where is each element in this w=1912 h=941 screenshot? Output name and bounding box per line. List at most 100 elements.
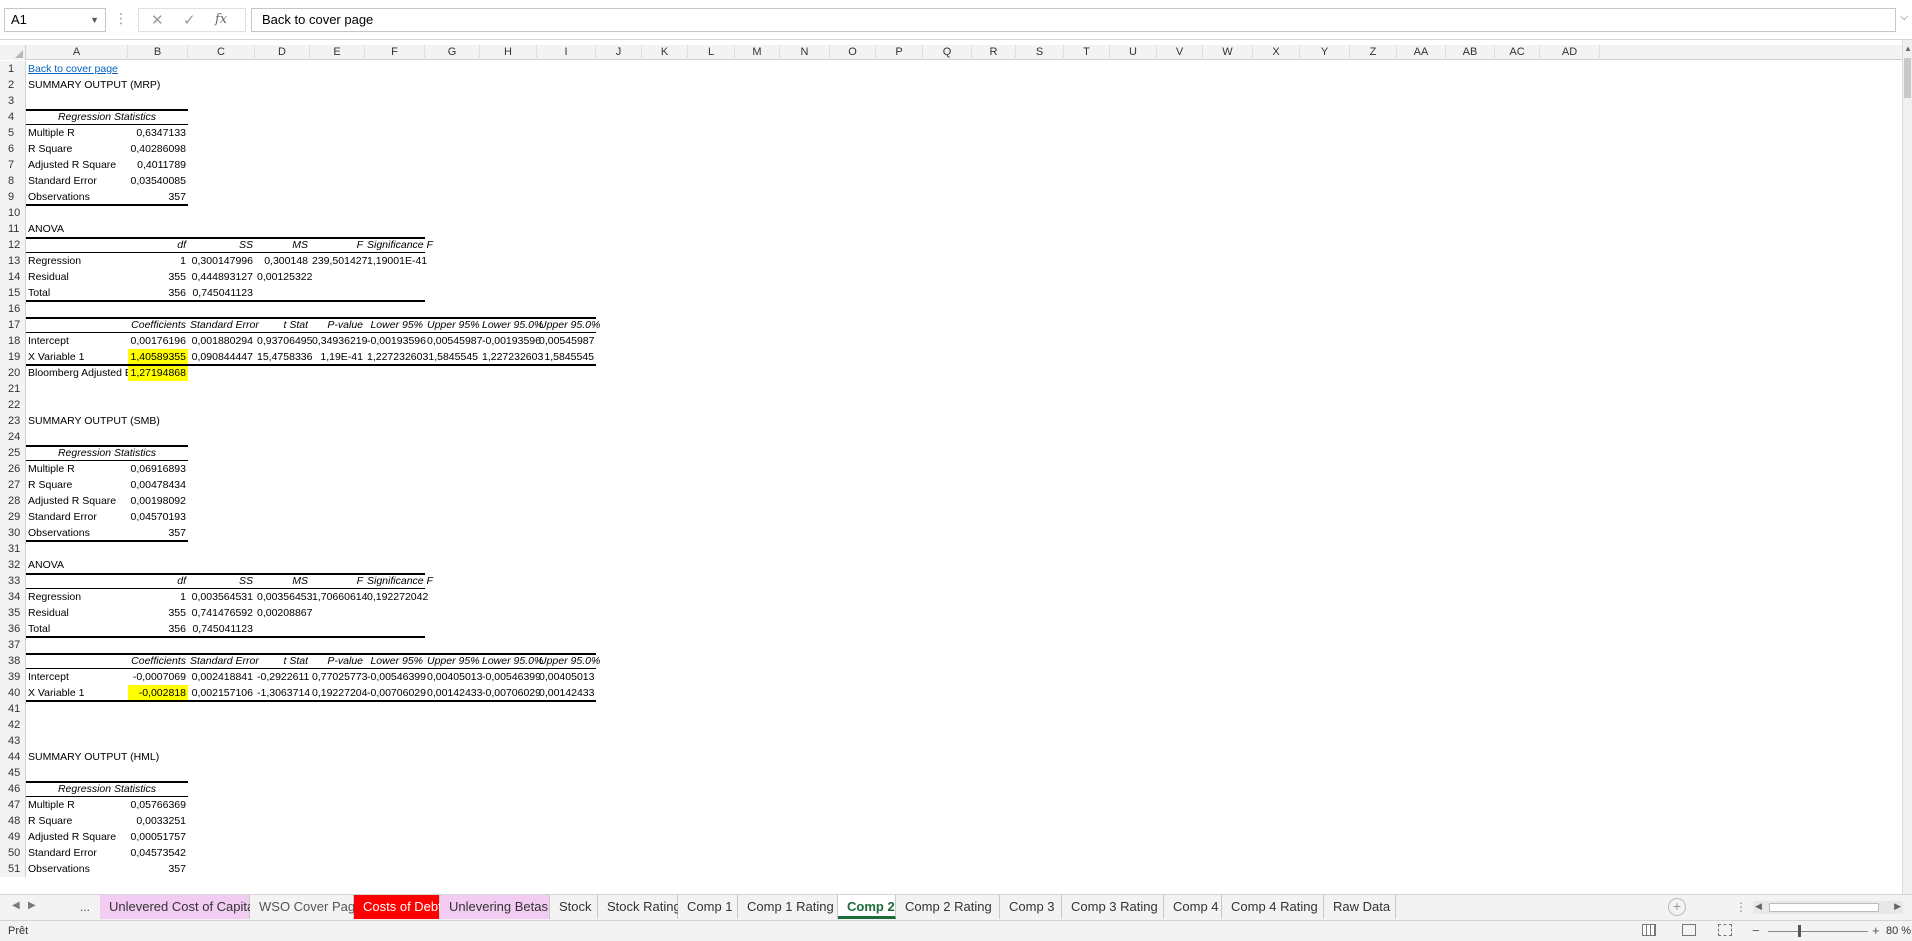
row-header-13[interactable]: 13 xyxy=(0,253,26,269)
cell-a1[interactable]: Back to cover page xyxy=(26,61,128,77)
tab-comp-3[interactable]: Comp 3 xyxy=(1000,895,1062,919)
column-header-l[interactable]: L xyxy=(688,45,735,60)
row-header-22[interactable]: 22 xyxy=(0,397,26,413)
row-header-34[interactable]: 34 xyxy=(0,589,26,605)
formula-input[interactable]: Back to cover page xyxy=(251,8,1896,32)
vertical-scroll-thumb[interactable] xyxy=(1904,58,1911,98)
row-header-8[interactable]: 8 xyxy=(0,173,26,189)
column-header-d[interactable]: D xyxy=(255,45,310,60)
tab-costs-of-debt[interactable]: Costs of Debt xyxy=(354,895,442,919)
expand-formula-bar-icon[interactable]: ⌵ xyxy=(1900,12,1908,23)
tab-scroll-right-icon[interactable]: ▶ xyxy=(28,900,36,911)
row-header-49[interactable]: 49 xyxy=(0,829,26,845)
column-header-k[interactable]: K xyxy=(642,45,688,60)
row-header-23[interactable]: 23 xyxy=(0,413,26,429)
row-header-26[interactable]: 26 xyxy=(0,461,26,477)
tab-comp-1-rating[interactable]: Comp 1 Rating xyxy=(738,895,838,919)
zoom-slider-thumb[interactable] xyxy=(1798,925,1801,937)
add-sheet-button[interactable]: + xyxy=(1668,898,1686,916)
worksheet-grid[interactable]: A B C D E F G H I J K L M N O P Q R S T U V W X Y Z AA AB AC AD 12345… xyxy=(0,40,1902,894)
more-options-icon[interactable]: ⋮ xyxy=(114,10,128,27)
row-header-14[interactable]: 14 xyxy=(0,269,26,285)
column-header-z[interactable]: Z xyxy=(1350,45,1397,60)
page-break-view-icon[interactable] xyxy=(1718,924,1732,936)
horizontal-scroll-thumb[interactable] xyxy=(1769,903,1879,912)
row-header-33[interactable]: 33 xyxy=(0,573,26,589)
row-header-20[interactable]: 20 xyxy=(0,365,26,381)
row-header-6[interactable]: 6 xyxy=(0,141,26,157)
row-header-10[interactable]: 10 xyxy=(0,205,26,221)
row-header-17[interactable]: 17 xyxy=(0,317,26,333)
row-header-15[interactable]: 15 xyxy=(0,285,26,301)
select-all-button[interactable] xyxy=(0,45,26,60)
tab-comp-1[interactable]: Comp 1 xyxy=(678,895,738,919)
column-header-h[interactable]: H xyxy=(480,45,537,60)
row-header-40[interactable]: 40 xyxy=(0,685,26,701)
tab-raw-data[interactable]: Raw Data xyxy=(1324,895,1396,919)
column-header-b[interactable]: B xyxy=(128,45,188,60)
enter-icon[interactable]: ✓ xyxy=(183,11,196,29)
column-header-t[interactable]: T xyxy=(1064,45,1110,60)
tab-comp-2[interactable]: Comp 2 xyxy=(838,895,896,919)
insert-function-icon[interactable]: fx xyxy=(215,12,227,27)
row-header-47[interactable]: 47 xyxy=(0,797,26,813)
normal-view-icon[interactable] xyxy=(1642,924,1656,936)
row-header-44[interactable]: 44 xyxy=(0,749,26,765)
row-header-12[interactable]: 12 xyxy=(0,237,26,253)
cancel-icon[interactable]: ✕ xyxy=(151,11,164,29)
scroll-up-icon[interactable]: ▲ xyxy=(1904,44,1912,53)
column-header-o[interactable]: O xyxy=(830,45,876,60)
row-header-46[interactable]: 46 xyxy=(0,781,26,797)
row-header-50[interactable]: 50 xyxy=(0,845,26,861)
row-header-4[interactable]: 4 xyxy=(0,109,26,125)
column-header-p[interactable]: P xyxy=(876,45,923,60)
column-header-g[interactable]: G xyxy=(425,45,480,60)
zoom-level[interactable]: 80 % xyxy=(1886,925,1911,937)
tab-scroll-left-icon[interactable]: ◀ xyxy=(12,900,20,911)
row-header-42[interactable]: 42 xyxy=(0,717,26,733)
row-header-51[interactable]: 51 xyxy=(0,861,26,877)
row-header-48[interactable]: 48 xyxy=(0,813,26,829)
column-header-ab[interactable]: AB xyxy=(1446,45,1495,60)
row-header-41[interactable]: 41 xyxy=(0,701,26,717)
row-header-24[interactable]: 24 xyxy=(0,429,26,445)
row-header-36[interactable]: 36 xyxy=(0,621,26,637)
row-header-35[interactable]: 35 xyxy=(0,605,26,621)
row-header-38[interactable]: 38 xyxy=(0,653,26,669)
row-header-27[interactable]: 27 xyxy=(0,477,26,493)
row-header-9[interactable]: 9 xyxy=(0,189,26,205)
column-header-a[interactable]: A xyxy=(26,45,128,60)
row-header-16[interactable]: 16 xyxy=(0,301,26,317)
tab-unlevering-betas[interactable]: Unlevering Betas xyxy=(440,895,550,919)
row-header-19[interactable]: 19 xyxy=(0,349,26,365)
column-header-f[interactable]: F xyxy=(365,45,425,60)
horizontal-scrollbar[interactable]: ◀ ▶ xyxy=(1753,901,1903,914)
tab-wso-cover-page[interactable]: WSO Cover Page xyxy=(250,895,362,919)
tab-comp-4[interactable]: Comp 4 xyxy=(1164,895,1222,919)
scroll-right-icon[interactable]: ▶ xyxy=(1894,901,1901,912)
column-header-y[interactable]: Y xyxy=(1300,45,1350,60)
column-header-x[interactable]: X xyxy=(1253,45,1300,60)
column-header-c[interactable]: C xyxy=(188,45,255,60)
zoom-out-icon[interactable]: − xyxy=(1752,923,1760,938)
row-header-32[interactable]: 32 xyxy=(0,557,26,573)
page-layout-view-icon[interactable] xyxy=(1682,924,1696,936)
row-header-3[interactable]: 3 xyxy=(0,93,26,109)
column-header-ad[interactable]: AD xyxy=(1540,45,1600,60)
more-tabs-button[interactable]: ... xyxy=(80,900,90,914)
row-header-28[interactable]: 28 xyxy=(0,493,26,509)
column-header-ac[interactable]: AC xyxy=(1495,45,1540,60)
scroll-left-icon[interactable]: ◀ xyxy=(1755,901,1762,912)
row-header-45[interactable]: 45 xyxy=(0,765,26,781)
row-header-18[interactable]: 18 xyxy=(0,333,26,349)
row-header-5[interactable]: 5 xyxy=(0,125,26,141)
zoom-in-icon[interactable]: + xyxy=(1872,923,1880,938)
tab-comp-3-rating[interactable]: Comp 3 Rating xyxy=(1062,895,1164,919)
column-header-i[interactable]: I xyxy=(537,45,596,60)
column-header-j[interactable]: J xyxy=(596,45,642,60)
column-header-s[interactable]: S xyxy=(1016,45,1064,60)
row-header-43[interactable]: 43 xyxy=(0,733,26,749)
name-box[interactable]: A1 ▼ xyxy=(4,8,106,32)
column-header-w[interactable]: W xyxy=(1203,45,1253,60)
row-header-30[interactable]: 30 xyxy=(0,525,26,541)
